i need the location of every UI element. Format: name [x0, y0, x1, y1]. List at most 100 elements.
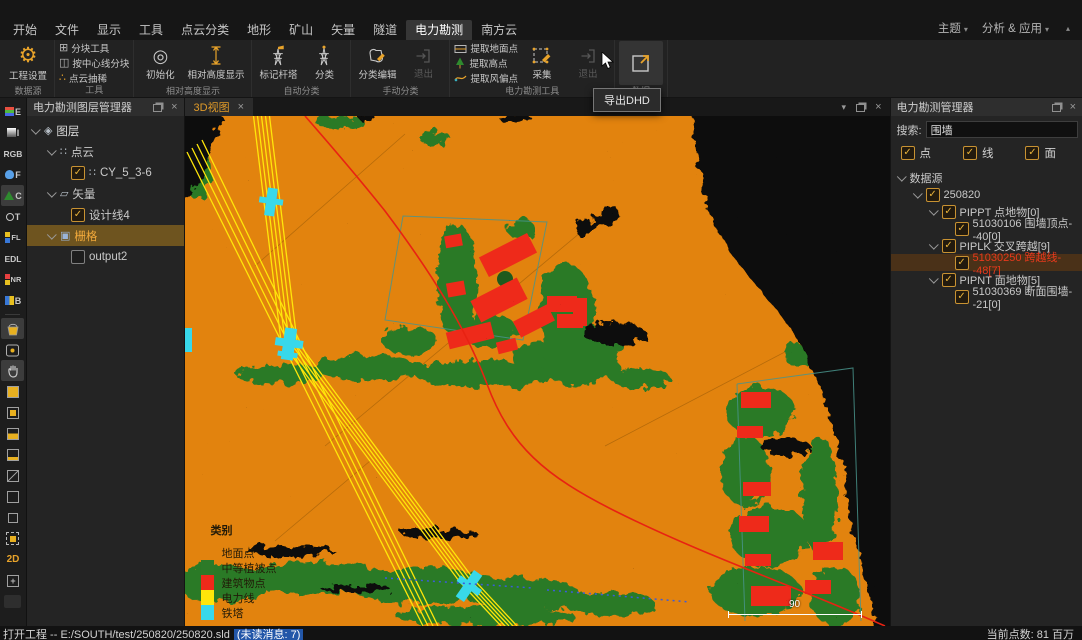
tree-row-vector-group[interactable]: ▱ 矢量: [27, 183, 184, 204]
chevron-down-icon[interactable]: [912, 189, 922, 199]
fix-mode-button[interactable]: F: [1, 164, 24, 185]
tree-row-raster-group-selected[interactable]: ▣ 栅格: [27, 225, 184, 246]
cube-bottom-button[interactable]: [1, 444, 24, 465]
blend-mode-button[interactable]: B: [1, 290, 24, 311]
checkbox-checked[interactable]: ✓: [942, 205, 956, 219]
zoom-extent-button[interactable]: +: [1, 570, 24, 591]
rgb-mode-button[interactable]: RGB: [1, 143, 24, 164]
tree-row-datasource[interactable]: 数据源: [891, 169, 1082, 186]
close-panel-icon[interactable]: ×: [1070, 102, 1076, 112]
theme-dropdown[interactable]: 主题▾: [938, 20, 968, 36]
tree-row-section-wall[interactable]: ✓ 51030369 断面围墙--21[0]: [891, 288, 1082, 305]
chevron-down-icon[interactable]: [47, 188, 57, 198]
chevron-down-icon[interactable]: [31, 125, 41, 135]
collapse-ribbon-icon[interactable]: ▴: [1066, 24, 1070, 33]
block-tool-button[interactable]: ⊞ 分块工具: [59, 41, 129, 54]
tree-row-wall-top[interactable]: ✓ 51030106 围墙顶点--40[0]: [891, 220, 1082, 237]
tree-row-dataset[interactable]: ✓ 250820: [891, 186, 1082, 203]
checkbox-checked[interactable]: ✓: [71, 208, 85, 222]
extract-high-points-button[interactable]: 提取高点: [454, 57, 518, 70]
checkbox-checked[interactable]: ✓: [926, 188, 940, 202]
checkbox-checked[interactable]: ✓: [901, 146, 915, 160]
search-input[interactable]: [926, 121, 1078, 138]
chevron-down-icon[interactable]: [928, 240, 938, 250]
project-settings-button[interactable]: ⚙ 工程设置: [6, 41, 50, 85]
chevron-down-icon[interactable]: [928, 206, 938, 216]
menu-tunnel[interactable]: 隧道: [364, 20, 406, 40]
nr-mode-button[interactable]: NR: [1, 269, 24, 290]
paint-bucket-button[interactable]: [1, 318, 24, 339]
fl-mode-button[interactable]: FL: [1, 227, 24, 248]
elevation-mode-button[interactable]: E: [1, 101, 24, 122]
centerline-block-button[interactable]: ◫ 按中心线分块: [59, 56, 129, 69]
cube-diagonal-button[interactable]: [1, 465, 24, 486]
tree-row-output2[interactable]: output2: [27, 246, 184, 267]
chevron-down-icon[interactable]: [47, 146, 57, 156]
float-panel-icon[interactable]: [1052, 104, 1061, 112]
classify-button[interactable]: 分类: [302, 41, 346, 85]
close-tab-icon[interactable]: ×: [238, 102, 244, 112]
filter-area[interactable]: ✓面: [1025, 145, 1056, 161]
collect-button[interactable]: 采集: [520, 41, 564, 85]
float-view-icon[interactable]: [856, 104, 865, 112]
tree-row-crossing-line-selected[interactable]: ✓ 51030250 跨越线--48[7]: [891, 254, 1082, 271]
chevron-down-icon[interactable]: [896, 172, 906, 182]
point-cloud-canvas[interactable]: 类别 地面点 中等植被点 建筑物点 电力线 铁塔 90: [185, 116, 890, 626]
checkbox-checked[interactable]: ✓: [955, 290, 969, 304]
menu-power-survey[interactable]: 电力勘测: [406, 20, 472, 40]
menu-display[interactable]: 显示: [88, 20, 130, 40]
export-dhd-button[interactable]: [619, 41, 663, 85]
thin-pointcloud-button[interactable]: ∴ 点云抽稀: [59, 71, 129, 84]
checkbox-checked[interactable]: ✓: [942, 273, 956, 287]
filter-line[interactable]: ✓线: [963, 145, 994, 161]
mark-tower-button[interactable]: 标记杆塔: [256, 41, 300, 85]
chevron-down-icon[interactable]: [47, 230, 57, 240]
inactive-tool-button[interactable]: [4, 595, 21, 608]
checkbox-checked[interactable]: ✓: [955, 222, 969, 236]
close-panel-icon[interactable]: ×: [171, 102, 177, 112]
intensity-mode-button[interactable]: I: [1, 122, 24, 143]
edl-mode-button[interactable]: EDL: [1, 248, 24, 269]
cube-solid-button[interactable]: [1, 381, 24, 402]
select-region-button[interactable]: [1, 528, 24, 549]
cube-wire-small-button[interactable]: [1, 507, 24, 528]
menu-south-cloud[interactable]: 南方云: [472, 20, 526, 40]
checkbox-checked[interactable]: ✓: [963, 146, 977, 160]
extract-ground-points-button[interactable]: 提取地面点: [454, 42, 518, 55]
initialize-button[interactable]: ◎ 初始化: [138, 41, 182, 85]
clip-box-button[interactable]: [1, 339, 24, 360]
menu-start[interactable]: 开始: [4, 20, 46, 40]
chevron-down-icon[interactable]: [928, 274, 938, 284]
tab-3d-view[interactable]: 3D视图 ×: [185, 98, 254, 116]
tree-row-design-line[interactable]: ✓ 设计线4: [27, 204, 184, 225]
menu-terrain[interactable]: 地形: [238, 20, 280, 40]
analysis-app-dropdown[interactable]: 分析 & 应用▾: [982, 20, 1049, 36]
menu-pointcloud-classify[interactable]: 点云分类: [172, 20, 238, 40]
cube-front-button[interactable]: [1, 423, 24, 444]
menu-mine[interactable]: 矿山: [280, 20, 322, 40]
classify-edit-button[interactable]: 分类编辑: [355, 41, 399, 85]
close-view-icon[interactable]: ×: [875, 102, 881, 112]
cube-inner-button[interactable]: [1, 402, 24, 423]
filter-point[interactable]: ✓点: [901, 145, 932, 161]
checkbox-unchecked[interactable]: [71, 250, 85, 264]
menu-file[interactable]: 文件: [46, 20, 88, 40]
checkbox-checked[interactable]: ✓: [71, 166, 85, 180]
checkbox-checked[interactable]: ✓: [955, 256, 969, 270]
checkbox-checked[interactable]: ✓: [1025, 146, 1039, 160]
pan-button[interactable]: [1, 360, 24, 381]
menu-tools[interactable]: 工具: [130, 20, 172, 40]
checkbox-checked[interactable]: ✓: [942, 239, 956, 253]
tree-row-pointcloud-group[interactable]: ∷ 点云: [27, 141, 184, 162]
tree-row-pointcloud-item[interactable]: ✓ ∷ CY_5_3-6: [27, 162, 184, 183]
relative-height-display-button[interactable]: 相对高度显示: [184, 41, 247, 85]
chevron-down-icon[interactable]: ▾: [842, 102, 847, 113]
2d-view-button[interactable]: 2D: [1, 549, 24, 570]
extract-wind-deviation-button[interactable]: 提取风偏点: [454, 72, 518, 85]
float-panel-icon[interactable]: [153, 104, 162, 112]
menu-vector[interactable]: 矢量: [322, 20, 364, 40]
cube-wire-button[interactable]: [1, 486, 24, 507]
classification-mode-button[interactable]: C: [1, 185, 24, 206]
tree-row-layers-root[interactable]: ◈ 图层: [27, 120, 184, 141]
exit-classify-button[interactable]: 退出: [401, 41, 445, 85]
